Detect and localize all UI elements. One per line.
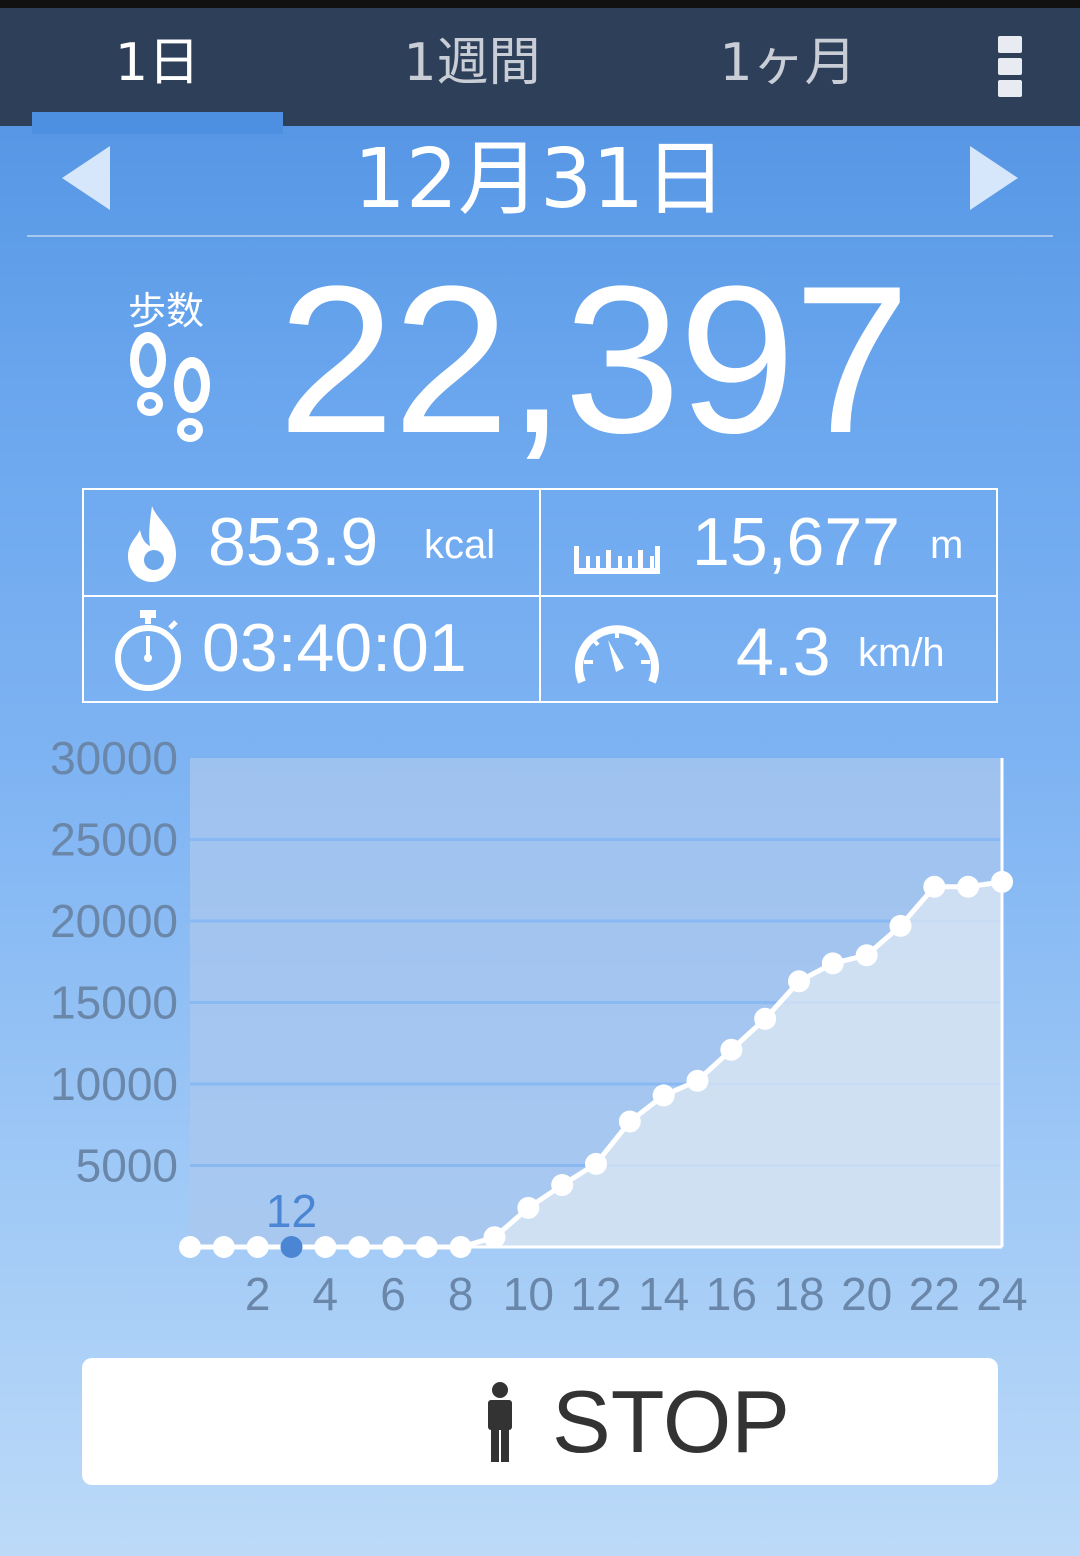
data-point [855, 944, 878, 967]
y-tick-label: 30000 [50, 732, 178, 784]
footprints-icon [130, 332, 210, 442]
data-point [821, 952, 844, 975]
steps-chart: 300002500020000150001000050002 4 6 8 10 12 14 1… [50, 732, 1028, 1320]
data-point [957, 875, 980, 898]
data-point [889, 914, 912, 937]
data-point [551, 1174, 574, 1197]
data-point [179, 1236, 201, 1258]
data-point [652, 1084, 675, 1107]
x-tick-label: 12 [570, 1268, 621, 1320]
stats-grid: 853.9 kcal 15,677 m 03:40:01 4.3 km/h [82, 488, 998, 703]
y-tick-label: 10000 [50, 1058, 178, 1110]
tab-1-day[interactable]: 1日 [32, 28, 283, 98]
y-tick-label: 25000 [50, 814, 178, 866]
date-navigation: 12月31日 [0, 126, 1080, 236]
x-tick-label: 18 [773, 1268, 824, 1320]
y-tick-label: 20000 [50, 895, 178, 947]
arrow-right-icon[interactable] [970, 146, 1018, 210]
stopwatch-icon [115, 610, 181, 691]
steps-label: 歩数 [128, 289, 205, 333]
data-point [449, 1236, 472, 1258]
divider [84, 595, 996, 597]
speed-unit: km/h [858, 631, 945, 675]
tab-1-week[interactable]: 1週間 [340, 28, 604, 98]
date-label: 12月31日 [353, 132, 727, 227]
data-point [348, 1236, 371, 1258]
ruler-icon [574, 546, 660, 574]
data-point [991, 870, 1013, 893]
highlight-label: 12 [266, 1185, 317, 1237]
distance-unit: m [930, 523, 964, 567]
x-tick-label: 4 [313, 1268, 339, 1320]
person-icon [488, 1382, 512, 1462]
data-point [788, 970, 810, 993]
data-point [382, 1236, 404, 1258]
data-point [246, 1236, 269, 1258]
calories-value: 853.9 [208, 504, 379, 580]
speed-value: 4.3 [736, 614, 831, 690]
distance-value: 15,677 [692, 504, 900, 580]
x-tick-label: 6 [380, 1268, 406, 1320]
more-vert-icon[interactable] [998, 36, 1026, 102]
x-tick-label: 14 [638, 1268, 689, 1320]
highlighted-point [280, 1236, 303, 1258]
data-point [212, 1236, 235, 1258]
x-tick-label: 8 [448, 1268, 474, 1320]
divider [27, 235, 1053, 237]
data-point [517, 1196, 540, 1219]
data-point [618, 1110, 641, 1133]
data-point [686, 1069, 709, 1092]
calories-unit: kcal [424, 523, 496, 567]
tab-1-month[interactable]: 1ヶ月 [656, 28, 920, 98]
tab-bar: 1日 1週間 1ヶ月 [0, 0, 1080, 134]
x-tick-label: 16 [706, 1268, 757, 1320]
y-tick-label: 5000 [76, 1140, 178, 1192]
x-tick-label: 24 [976, 1268, 1027, 1320]
data-point [720, 1038, 743, 1061]
data-point [585, 1152, 607, 1175]
x-tick-label: 2 [245, 1268, 271, 1320]
data-point [483, 1226, 506, 1249]
stop-label: STOP [552, 1372, 791, 1471]
data-point [314, 1236, 337, 1258]
data-point [754, 1007, 777, 1030]
x-tick-label: 22 [909, 1268, 960, 1320]
y-tick-label: 15000 [50, 977, 178, 1029]
flame-icon [128, 506, 176, 582]
x-tick-label: 10 [503, 1268, 554, 1320]
steps-value: 22,397 [278, 242, 910, 477]
time-value: 03:40:01 [202, 610, 467, 686]
data-point [923, 875, 946, 898]
stop-button[interactable]: STOP [82, 1358, 998, 1485]
data-point [415, 1236, 438, 1258]
speedometer-icon [575, 625, 659, 684]
x-tick-label: 20 [841, 1268, 892, 1320]
